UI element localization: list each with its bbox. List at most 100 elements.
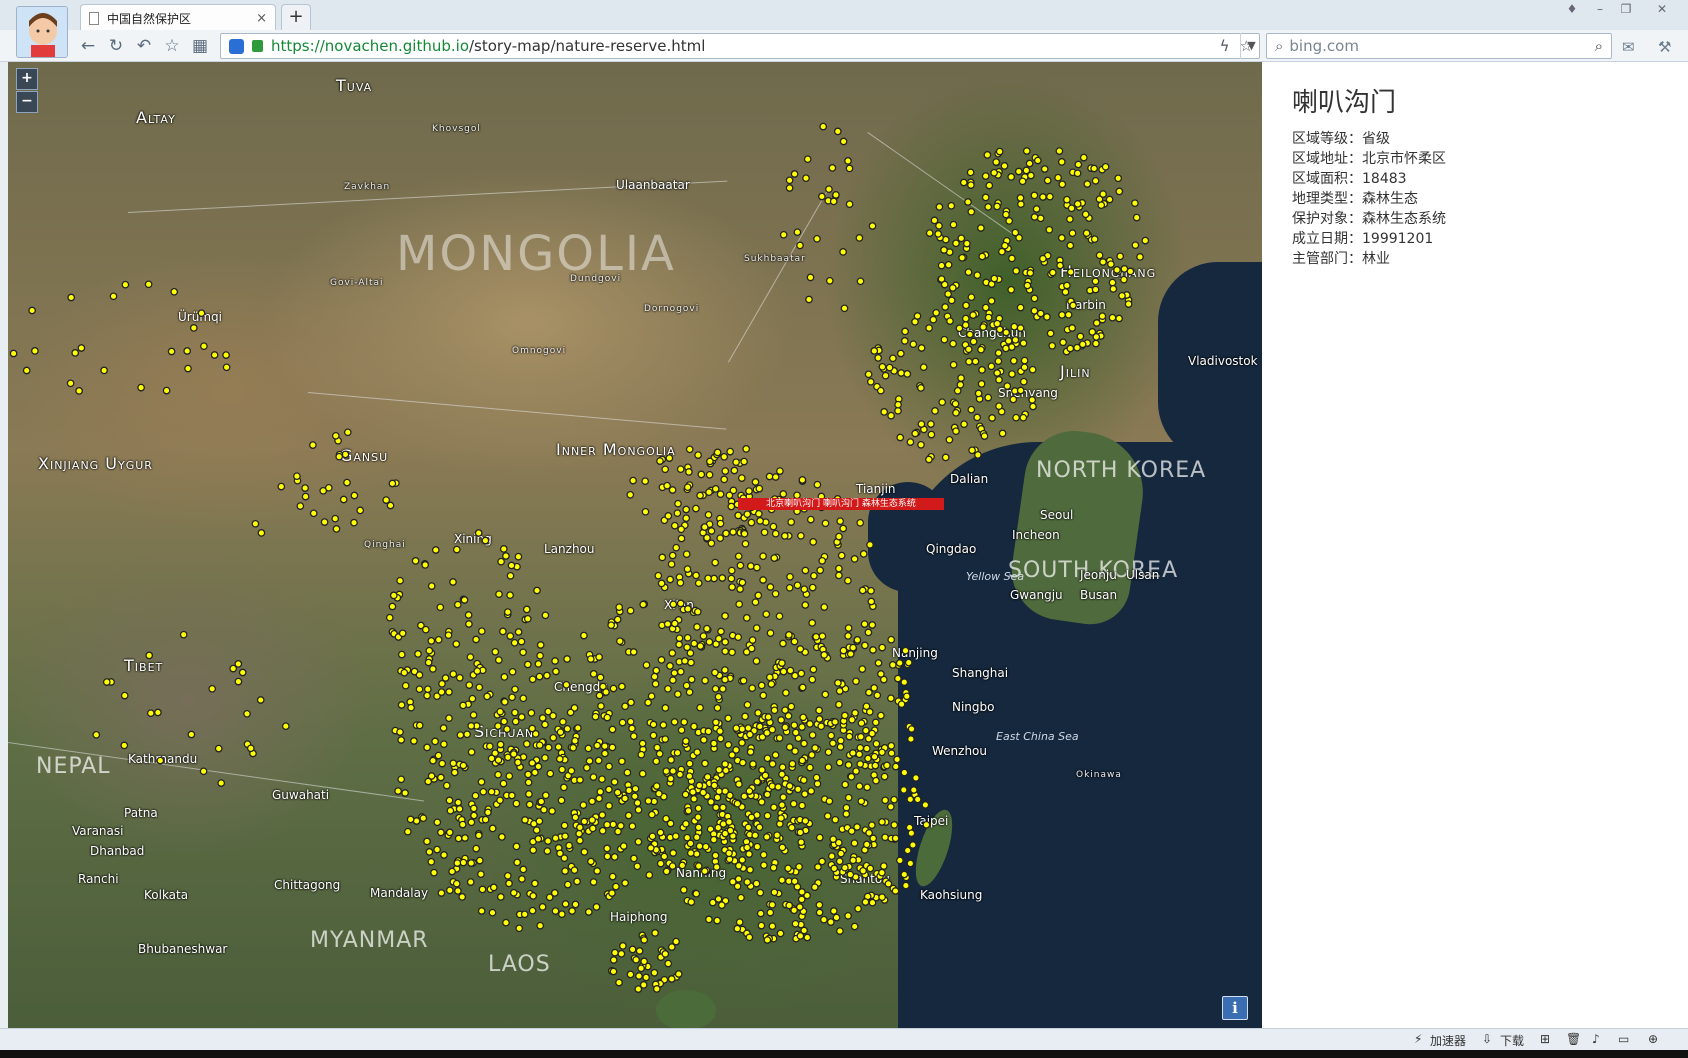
reserve-marker[interactable] — [801, 817, 810, 825]
reserve-marker[interactable] — [966, 330, 974, 339]
reserve-marker[interactable] — [893, 755, 901, 764]
reserve-marker[interactable] — [524, 770, 532, 779]
reserve-marker[interactable] — [120, 741, 129, 750]
reserve-marker[interactable] — [449, 759, 458, 768]
reserve-marker[interactable] — [423, 743, 431, 752]
reserve-marker[interactable] — [437, 828, 445, 837]
reserve-marker[interactable] — [712, 803, 720, 812]
reserve-marker[interactable] — [454, 834, 463, 843]
reserve-marker[interactable] — [866, 377, 875, 386]
reserve-marker[interactable] — [794, 785, 802, 794]
reserve-marker[interactable] — [479, 787, 488, 796]
reserve-marker[interactable] — [1126, 267, 1135, 276]
reserve-marker[interactable] — [789, 799, 798, 808]
reserve-marker[interactable] — [563, 655, 571, 663]
reserve-marker[interactable] — [1009, 395, 1018, 404]
reserve-marker[interactable] — [935, 221, 943, 230]
reserve-marker[interactable] — [737, 474, 746, 482]
reserve-marker[interactable] — [795, 862, 803, 871]
reserve-marker[interactable] — [865, 829, 873, 837]
reserve-marker[interactable] — [878, 818, 886, 826]
reserve-marker[interactable] — [775, 734, 784, 742]
reserve-marker[interactable] — [820, 651, 829, 659]
reserve-marker[interactable] — [878, 362, 887, 371]
reserve-marker[interactable] — [832, 913, 841, 922]
reserve-marker[interactable] — [628, 724, 636, 733]
reserve-marker[interactable] — [183, 347, 192, 355]
reserve-marker[interactable] — [467, 748, 476, 756]
reserve-marker[interactable] — [544, 837, 552, 845]
reserve-marker[interactable] — [713, 448, 722, 457]
reserve-marker[interactable] — [256, 696, 265, 704]
reserve-marker[interactable] — [487, 787, 496, 796]
reserve-marker[interactable] — [825, 276, 834, 285]
reserve-marker[interactable] — [870, 752, 879, 761]
reserve-marker[interactable] — [862, 726, 870, 735]
reserve-marker[interactable] — [961, 314, 970, 323]
reserve-marker[interactable] — [692, 889, 701, 898]
reserve-marker[interactable] — [562, 680, 571, 689]
reserve-marker[interactable] — [824, 748, 833, 757]
reserve-marker[interactable] — [793, 228, 802, 237]
reserve-marker[interactable] — [567, 766, 576, 775]
reserve-marker[interactable] — [717, 901, 726, 910]
reserve-marker[interactable] — [712, 718, 720, 727]
reserve-marker[interactable] — [1048, 341, 1057, 350]
reserve-marker[interactable] — [618, 757, 626, 766]
reserve-marker[interactable] — [887, 694, 895, 703]
reserve-marker[interactable] — [626, 606, 635, 615]
reserve-marker[interactable] — [644, 797, 653, 805]
reserve-marker[interactable] — [756, 517, 764, 525]
reserve-marker[interactable] — [897, 369, 906, 377]
reserve-marker[interactable] — [871, 761, 880, 770]
reserve-marker[interactable] — [1014, 167, 1023, 176]
reserve-marker[interactable] — [864, 370, 873, 379]
reserve-marker[interactable] — [820, 915, 828, 924]
reserve-marker[interactable] — [799, 776, 808, 785]
reserve-marker[interactable] — [948, 284, 957, 292]
reserve-marker[interactable] — [1098, 312, 1107, 321]
reserve-marker[interactable] — [958, 253, 966, 262]
reserve-marker[interactable] — [397, 650, 406, 659]
reserve-marker[interactable] — [749, 760, 757, 768]
reserve-marker[interactable] — [619, 842, 628, 850]
reserve-marker[interactable] — [781, 706, 789, 715]
reserve-marker[interactable] — [721, 647, 730, 656]
reserve-marker[interactable] — [769, 863, 778, 872]
reserve-marker[interactable] — [707, 798, 715, 806]
reserve-marker[interactable] — [452, 545, 461, 554]
reserve-marker[interactable] — [748, 684, 757, 693]
reserve-marker[interactable] — [961, 321, 970, 329]
reserve-marker[interactable] — [957, 234, 966, 243]
reserve-marker[interactable] — [815, 715, 824, 723]
reserve-marker[interactable] — [984, 313, 993, 322]
reserve-marker[interactable] — [601, 749, 609, 758]
reserve-marker[interactable] — [960, 420, 968, 429]
reserve-marker[interactable] — [720, 475, 729, 484]
reserve-marker[interactable] — [1066, 268, 1075, 276]
reserve-marker[interactable] — [808, 619, 817, 627]
reserve-marker[interactable] — [968, 446, 976, 455]
reserve-marker[interactable] — [867, 586, 875, 595]
reserve-marker[interactable] — [641, 507, 650, 516]
reserve-marker[interactable] — [862, 840, 871, 849]
address-bar[interactable]: https://novachen.github.io /story-map/na… — [220, 33, 1260, 59]
reserve-marker[interactable] — [414, 650, 422, 658]
reserve-marker[interactable] — [835, 687, 844, 695]
reserve-marker[interactable] — [234, 677, 243, 686]
reserve-marker[interactable] — [650, 968, 659, 977]
reserve-marker[interactable] — [835, 532, 843, 541]
reserve-marker[interactable] — [593, 741, 602, 750]
reserve-marker[interactable] — [478, 885, 487, 894]
reserve-marker[interactable] — [621, 794, 629, 803]
reserve-marker[interactable] — [664, 512, 673, 520]
reserve-marker[interactable] — [515, 924, 524, 933]
reserve-marker[interactable] — [842, 810, 851, 818]
reserve-marker[interactable] — [472, 635, 480, 644]
reserve-marker[interactable] — [683, 483, 692, 492]
reserve-marker[interactable] — [839, 137, 848, 146]
map-view[interactable]: MONGOLIA Inner Mongolia Xinjiang Uygur Gans… — [8, 62, 1262, 1028]
reserve-marker[interactable] — [1092, 339, 1100, 348]
tools-wrench-icon[interactable]: ⚒ — [1658, 38, 1671, 56]
reserve-marker[interactable] — [949, 339, 957, 348]
